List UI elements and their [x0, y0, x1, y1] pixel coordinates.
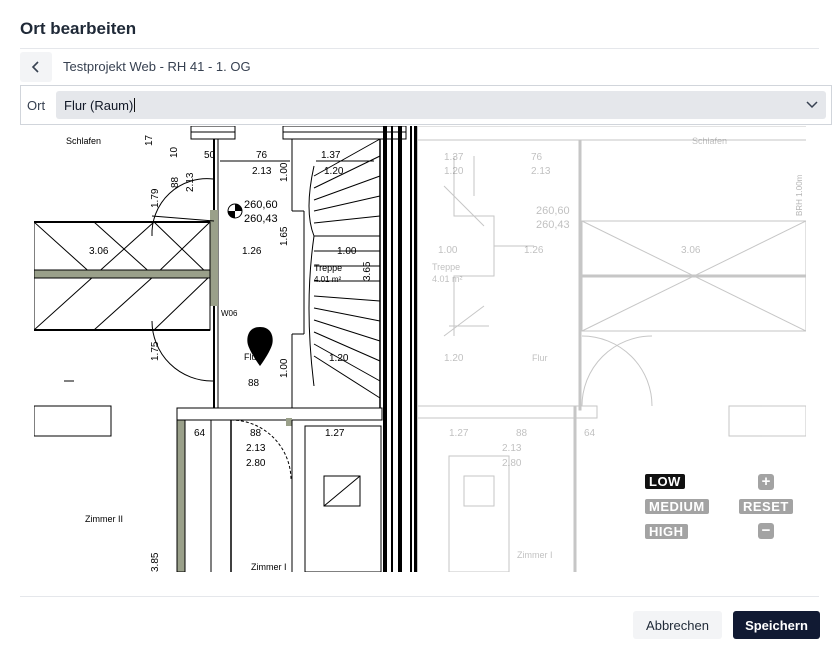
dim-120b: 1.20	[329, 353, 349, 364]
dim-88: 88	[248, 378, 260, 389]
m-d213: 2.13	[531, 166, 551, 177]
reset-zoom-button[interactable]: RESET	[739, 499, 793, 514]
location-label: Ort	[27, 98, 46, 113]
elev-260a: 260,60	[244, 199, 278, 211]
dim-213: 2.13	[252, 166, 272, 177]
dim-213c: 2.13	[246, 443, 266, 454]
m-d306: 3.06	[681, 245, 701, 256]
m-d127: 1.27	[449, 428, 469, 439]
plan-walls	[34, 126, 417, 572]
room-flur: Flur	[244, 352, 260, 362]
breadcrumb-text: Testprojekt Web - RH 41 - 1. OG	[63, 59, 251, 74]
dim-100b: 1.00	[337, 246, 357, 257]
m-d64: 64	[584, 428, 596, 439]
room-zimmer1: Zimmer I	[251, 562, 287, 572]
dim-10: 10	[169, 146, 180, 158]
m-d120: 1.20	[444, 166, 464, 177]
m-d137: 1.37	[444, 152, 464, 163]
quality-low-button[interactable]: LOW	[645, 474, 685, 489]
dim-127: 1.27	[325, 428, 345, 439]
zoom-in-button[interactable]: +	[758, 474, 774, 490]
dim-17: 17	[144, 134, 155, 146]
save-button[interactable]: Speichern	[733, 611, 820, 639]
dim-365: 3.65	[362, 261, 373, 281]
elev-260b: 260,43	[244, 213, 278, 225]
dim-100: 1.00	[279, 162, 290, 182]
divider	[20, 48, 819, 49]
dim-76: 76	[256, 150, 268, 161]
m-schlafen: Schlafen	[692, 136, 727, 146]
brh-label: BRH 1.00m	[795, 174, 804, 216]
dim-137: 1.37	[321, 150, 341, 161]
dim-165: 1.65	[279, 226, 290, 246]
m-flur: Flur	[532, 353, 548, 363]
dim-50: 50	[204, 150, 216, 161]
m-treppe: Treppe	[432, 262, 460, 272]
dim-120: 1.20	[324, 166, 344, 177]
m-d76: 76	[531, 152, 543, 163]
dialog-title: Ort bearbeiten	[20, 19, 137, 38]
chevron-down-icon	[806, 101, 818, 109]
room-treppe-area: 4.01 m²	[314, 275, 341, 284]
floor-plan[interactable]: 1.37 76 1.20 2.13 260,60 260,43 1.00 1.2…	[34, 126, 806, 572]
m-d213c: 2.13	[502, 443, 522, 454]
m-treppe-area: 4.01 m²	[432, 274, 463, 284]
m-d120b: 1.20	[444, 353, 464, 364]
m-e260b: 260,43	[536, 219, 570, 231]
dim-306: 3.06	[89, 246, 109, 257]
breadcrumb: Testprojekt Web - RH 41 - 1. OG	[20, 52, 833, 82]
dim-213b: 2.13	[185, 172, 196, 192]
location-select-value: Flur (Raum)	[64, 98, 134, 113]
location-select[interactable]: Flur (Raum)	[56, 91, 826, 119]
wall-id: W06	[221, 309, 238, 318]
m-zimmer1: Zimmer I	[517, 550, 553, 560]
dim-100c: 1.00	[279, 358, 290, 378]
dim-88b: 88	[170, 176, 181, 188]
zoom-out-button[interactable]: −	[758, 523, 774, 539]
dim-179: 1.79	[150, 188, 161, 208]
location-field: Ort Flur (Raum)	[20, 85, 832, 125]
m-e260a: 260,60	[536, 205, 570, 217]
elevation-marker-icon	[227, 203, 243, 219]
dim-175: 1.75	[150, 341, 161, 361]
chevron-left-icon	[31, 61, 39, 73]
back-button[interactable]	[20, 52, 52, 82]
m-d100b: 1.00	[438, 245, 458, 256]
room-treppe: Treppe	[314, 263, 342, 273]
footer-divider	[20, 596, 819, 597]
m-d280: 2.80	[502, 458, 522, 469]
cancel-button[interactable]: Abbrechen	[633, 611, 722, 639]
m-d126: 1.26	[524, 245, 544, 256]
dim-280: 2.80	[246, 458, 266, 469]
quality-medium-button[interactable]: MEDIUM	[645, 499, 709, 514]
quality-high-button[interactable]: HIGH	[645, 524, 688, 539]
dim-126: 1.26	[242, 246, 262, 257]
room-zimmer2: Zimmer II	[85, 514, 123, 524]
room-schlafen: Schlafen	[66, 136, 101, 146]
dim-88c: 88	[250, 428, 262, 439]
m-d88: 88	[516, 428, 528, 439]
dim-64: 64	[194, 428, 206, 439]
dim-385: 3.85	[150, 552, 161, 572]
